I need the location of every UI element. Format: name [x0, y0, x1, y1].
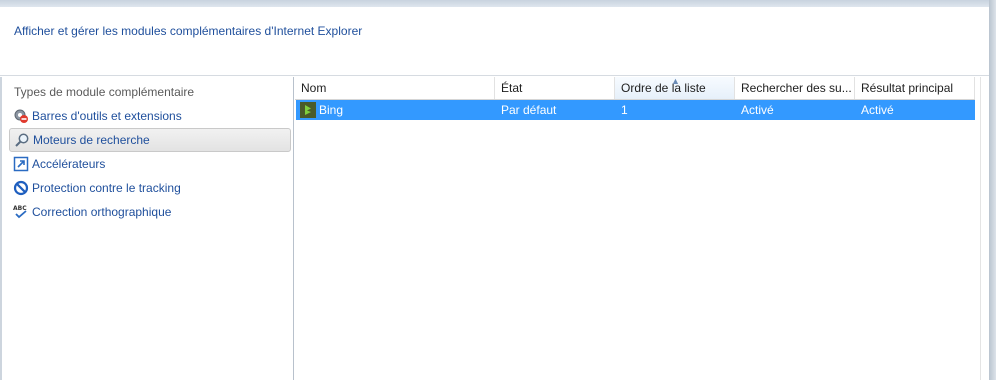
addon-name: Bing	[319, 103, 344, 117]
sidebar-item-label: Correction orthographique	[32, 205, 172, 219]
sidebar-item-label: Barres d'outils et extensions	[32, 109, 182, 123]
cell-name: Bing	[296, 100, 495, 120]
spellcheck-icon: ABC	[13, 204, 29, 220]
column-header-state[interactable]: État	[495, 77, 615, 99]
window-right-border	[989, 0, 996, 380]
cell-state: Par défaut	[501, 103, 557, 117]
sidebar-item-label: Accélérateurs	[32, 157, 106, 171]
list-right-border	[980, 77, 981, 380]
addon-types-panel: Types de module complémentaire Barres d'…	[2, 77, 294, 380]
sidebar-item-tracking-protection[interactable]: Protection contre le tracking	[9, 177, 289, 199]
column-header-order[interactable]: ▲ Ordre de la liste	[615, 77, 735, 99]
sidebar-item-spelling[interactable]: ABC Correction orthographique	[9, 201, 289, 223]
sidebar-item-accelerators[interactable]: Accélérateurs	[9, 153, 289, 175]
column-header-suggestions[interactable]: Rechercher des su...	[735, 77, 855, 99]
cell-suggestions: Activé	[741, 103, 774, 117]
accelerator-icon	[13, 156, 29, 172]
column-header-order-label: Ordre de la liste	[621, 81, 706, 95]
sidebar-item-label: Protection contre le tracking	[32, 181, 181, 195]
page-title: Afficher et gérer les modules complément…	[14, 24, 363, 38]
header: Afficher et gérer les modules complément…	[0, 7, 989, 76]
sidebar-item-label: Moteurs de recherche	[33, 133, 150, 147]
column-header-top-result[interactable]: Résultat principal	[855, 77, 975, 99]
addons-list: Nom État ▲ Ordre de la liste Rechercher …	[295, 77, 989, 380]
gear-block-icon	[13, 108, 29, 124]
search-icon	[14, 132, 30, 148]
window-top-border	[0, 0, 996, 7]
sort-ascending-icon: ▲	[671, 77, 680, 86]
bing-icon	[300, 102, 316, 118]
table-row[interactable]: Bing Par défaut 1 Activé Activé	[296, 100, 975, 120]
list-header: Nom État ▲ Ordre de la liste Rechercher …	[295, 77, 975, 100]
no-entry-icon	[13, 180, 29, 196]
sidebar-item-search-providers[interactable]: Moteurs de recherche	[9, 128, 291, 152]
column-header-name[interactable]: Nom	[295, 77, 495, 99]
sidebar-item-toolbars[interactable]: Barres d'outils et extensions	[9, 105, 289, 127]
addon-types-heading: Types de module complémentaire	[14, 85, 195, 99]
cell-order: 1	[621, 103, 628, 117]
cell-top-result: Activé	[861, 103, 894, 117]
